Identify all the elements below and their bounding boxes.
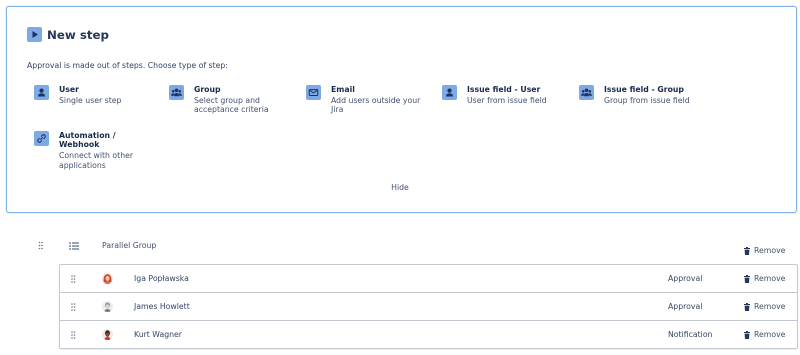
step-type-description: Group from issue field [604,96,690,106]
member-name: James Howlett [134,302,190,311]
member-step-type: Approval [668,302,703,311]
step-type-description: Add users outside your Jira [331,96,420,115]
member-step-type: Approval [668,274,703,283]
step-type-description-line: Jira [331,105,344,115]
play-icon [27,27,42,42]
step-type-issue-field-group[interactable]: Issue field - Group Group from issue fie… [579,85,709,129]
step-type-description-line: User from issue field [467,95,547,105]
step-type-title-line: Issue field - Group [604,84,684,94]
step-type-description: Connect with other applications [59,151,133,170]
step-type-description-line: Add users outside your [331,95,421,105]
step-type-text: Email Add users outside your Jira [331,85,420,115]
step-type-description-line: applications [59,160,106,170]
remove-group-button[interactable]: Remove [744,246,785,256]
parallel-group-header: Parallel Group Remove [0,236,800,260]
step-type-description-line: acceptance criteria [194,105,269,115]
drag-handle-icon[interactable] [70,330,76,339]
step-type-title-line: Automation / [59,130,116,140]
step-type-title-line: Email [331,84,355,94]
step-type-issue-field-user[interactable]: Issue field - User User from issue field [442,85,572,129]
step-type-title-line: Issue field - User [467,84,541,94]
step-type-title: Email [331,85,420,95]
remove-member-button[interactable]: Remove [744,321,785,348]
member-avatar [102,301,113,312]
list-icon [69,242,80,250]
step-type-email[interactable]: Email Add users outside your Jira [306,85,436,129]
remove-member-button[interactable]: Remove [744,293,785,320]
user-icon [34,85,49,100]
remove-label: Remove [754,273,786,283]
new-step-panel: New step Approval is made out of steps. … [6,6,797,213]
member-row: James Howlett Approval Remove [60,293,797,321]
step-type-description: Single user step [59,96,121,106]
step-type-description-line: Single user step [59,95,122,105]
drag-handle-icon[interactable] [70,302,76,311]
trash-icon [744,330,750,339]
member-name: Iga Popławska [134,274,189,283]
hide-link[interactable]: Hide [360,183,440,193]
step-type-title: User [59,85,121,95]
step-type-description-line: Select group and [194,95,260,105]
remove-member-button[interactable]: Remove [744,265,785,292]
member-step-type: Notification [668,330,713,339]
group-icon [169,85,184,100]
step-type-description: Select group and acceptance criteria [194,96,269,115]
step-type-title: Issue field - Group [604,85,690,95]
trash-icon [744,302,750,311]
group-icon [579,85,594,100]
step-type-title: Automation / Webhook [59,131,133,150]
link-icon [34,131,49,146]
user-icon [442,85,457,100]
member-avatar [102,329,113,340]
drag-handle-icon[interactable] [70,274,76,283]
parallel-group-members: Iga Popławska Approval Remove James Howl… [59,264,798,349]
step-type-user[interactable]: User Single user step [34,85,164,129]
trash-icon [744,246,750,255]
remove-label: Remove [754,301,786,311]
panel-description: Approval is made out of steps. Choose ty… [27,60,228,70]
panel-title: New step [47,28,109,42]
trash-icon [744,274,750,283]
step-type-title-line: User [59,84,79,94]
step-type-text: Automation / Webhook Connect with other … [59,131,133,171]
step-type-description-line: Connect with other [59,151,134,161]
parallel-group-label: Parallel Group [102,241,157,250]
step-type-text: User Single user step [59,85,121,106]
step-type-title-line: Webhook [59,140,100,150]
member-row: Kurt Wagner Notification Remove [60,321,797,348]
drag-handle-icon[interactable] [38,241,44,250]
member-row: Iga Popławska Approval Remove [60,265,797,293]
step-type-description: User from issue field [467,96,547,106]
step-type-text: Issue field - User User from issue field [467,85,547,106]
step-type-title: Issue field - User [467,85,547,95]
step-type-title-line: Group [194,84,221,94]
step-type-title: Group [194,85,269,95]
member-avatar [102,273,113,284]
remove-label: Remove [754,329,786,339]
remove-label: Remove [754,246,786,255]
step-type-text: Issue field - Group Group from issue fie… [604,85,690,106]
step-type-group[interactable]: Group Select group and acceptance criter… [169,85,299,129]
member-name: Kurt Wagner [134,330,182,339]
step-type-description-line: Group from issue field [604,95,690,105]
email-icon [306,85,321,100]
step-type-automation-webhook[interactable]: Automation / Webhook Connect with other … [34,131,164,175]
step-type-text: Group Select group and acceptance criter… [194,85,269,115]
